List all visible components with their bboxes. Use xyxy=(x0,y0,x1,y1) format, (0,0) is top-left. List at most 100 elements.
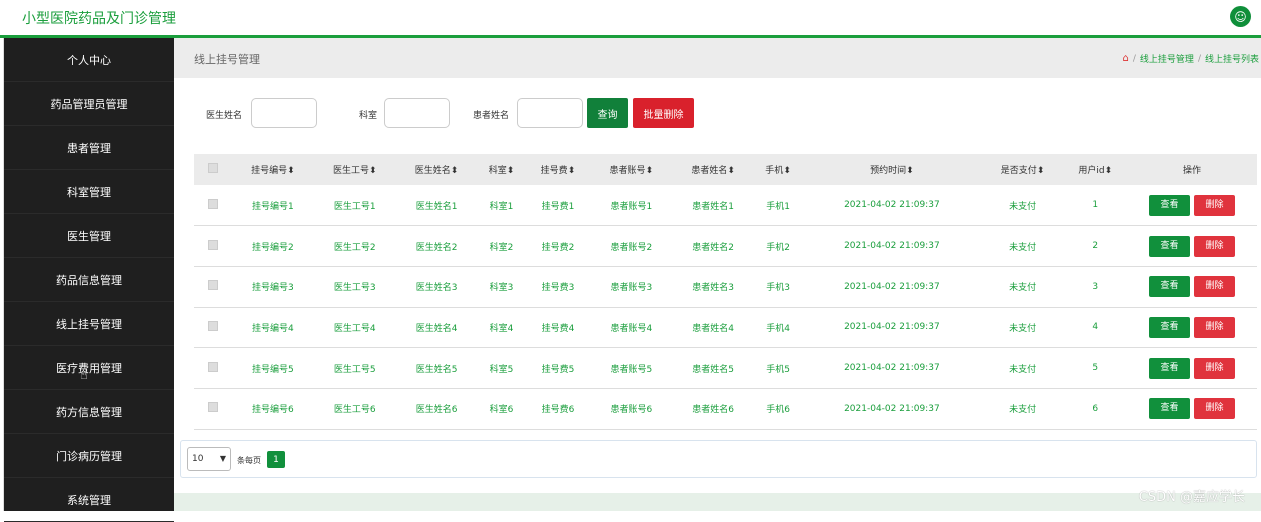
cell: 2021-04-02 21:09:37 xyxy=(802,307,982,348)
row-checkbox[interactable] xyxy=(208,321,218,331)
sidebar-item-label: 药方信息管理 xyxy=(56,404,122,420)
sort-icon[interactable]: ⬍ xyxy=(568,166,576,176)
cell: 患者账号1 xyxy=(590,185,672,226)
sidebar-item-patients[interactable]: 患者管理 xyxy=(4,126,174,170)
col-header[interactable]: 手机⬍ xyxy=(754,154,802,185)
query-button[interactable]: 查询 xyxy=(587,98,628,128)
cell: 挂号费2 xyxy=(526,226,591,267)
sidebar-item-drug-info[interactable]: 药品信息管理 xyxy=(4,258,174,302)
row-checkbox[interactable] xyxy=(208,280,218,290)
batch-delete-button[interactable]: 批量删除 xyxy=(633,98,694,128)
sort-icon[interactable]: ⬍ xyxy=(727,166,735,176)
col-header[interactable]: 用户id⬍ xyxy=(1064,154,1128,185)
cell: 患者姓名2 xyxy=(672,226,754,267)
col-header[interactable]: 预约时间⬍ xyxy=(802,154,982,185)
sidebar-item-online-registration[interactable]: 线上挂号管理 xyxy=(4,302,174,346)
delete-button[interactable]: 删除 xyxy=(1194,398,1235,419)
col-header[interactable]: 挂号编号⬍ xyxy=(232,154,314,185)
view-button[interactable]: 查看 xyxy=(1149,398,1190,419)
table-row: 挂号编号5 医生工号5 医生姓名5 科室5 挂号费5 患者账号5 患者姓名5 手… xyxy=(194,348,1257,389)
delete-button[interactable]: 删除 xyxy=(1194,236,1235,257)
sidebar-item-label: 药品信息管理 xyxy=(56,272,122,288)
sidebar-item-system[interactable]: 系统管理 xyxy=(4,478,174,522)
table-row: 挂号编号3 医生工号3 医生姓名3 科室3 挂号费3 患者账号3 患者姓名3 手… xyxy=(194,266,1257,307)
sort-icon[interactable]: ⬍ xyxy=(369,166,377,176)
home-icon[interactable]: ⌂ xyxy=(1123,53,1129,64)
cell: 患者姓名3 xyxy=(672,266,754,307)
cell: 挂号编号5 xyxy=(232,348,314,389)
page-size-select[interactable]: 10▼ xyxy=(187,447,231,471)
breadcrumb-link[interactable]: 线上挂号管理 xyxy=(1140,52,1194,65)
cell: 挂号费5 xyxy=(526,348,591,389)
sort-icon[interactable]: ⬍ xyxy=(287,166,295,176)
footer-strip xyxy=(174,493,1261,511)
row-checkbox[interactable] xyxy=(208,362,218,372)
sidebar-item-outpatient-records[interactable]: 门诊病历管理 xyxy=(4,434,174,478)
cell: 患者姓名1 xyxy=(672,185,754,226)
col-header[interactable]: 是否支付⬍ xyxy=(982,154,1064,185)
cell: 医生工号4 xyxy=(314,307,396,348)
sort-icon[interactable]: ⬍ xyxy=(906,166,914,176)
sidebar-item-personal-center[interactable]: 个人中心 xyxy=(4,38,174,82)
main-content: 线上挂号管理 ⌂ / 线上挂号管理 / 线上挂号列表 医生姓名 科室 患者姓名 … xyxy=(174,38,1261,511)
cell: 未支付 xyxy=(982,348,1064,389)
delete-button[interactable]: 删除 xyxy=(1194,195,1235,216)
col-header[interactable]: 医生工号⬍ xyxy=(314,154,396,185)
row-checkbox[interactable] xyxy=(208,402,218,412)
view-button[interactable]: 查看 xyxy=(1149,358,1190,379)
cell: 未支付 xyxy=(982,266,1064,307)
col-header[interactable]: 患者账号⬍ xyxy=(590,154,672,185)
sidebar-item-drug-admin[interactable]: 药品管理员管理 xyxy=(4,82,174,126)
cell: 手机1 xyxy=(754,185,802,226)
page-button-current[interactable]: 1 xyxy=(267,451,285,468)
sidebar-item-label: 医疗费用管理 xyxy=(56,360,122,376)
delete-button[interactable]: 删除 xyxy=(1194,276,1235,297)
view-button[interactable]: 查看 xyxy=(1149,276,1190,297)
sort-icon[interactable]: ⬍ xyxy=(1037,166,1045,176)
cell: 手机3 xyxy=(754,266,802,307)
breadcrumb-separator: / xyxy=(1133,54,1136,64)
watermark: CSDN @嘉应学长 xyxy=(1139,486,1245,505)
top-bar: 小型医院药品及门诊管理 ☺ xyxy=(0,0,1261,38)
sort-icon[interactable]: ⬍ xyxy=(783,166,791,176)
sidebar-item-prescriptions[interactable]: 药方信息管理 xyxy=(4,390,174,434)
cell: 患者账号3 xyxy=(590,266,672,307)
cell: 手机5 xyxy=(754,348,802,389)
row-checkbox[interactable] xyxy=(208,199,218,209)
cell: 医生工号6 xyxy=(314,388,396,429)
doctor-name-label: 医生姓名 xyxy=(206,108,242,121)
sort-icon[interactable]: ⬍ xyxy=(507,166,515,176)
sort-icon[interactable]: ⬍ xyxy=(451,166,459,176)
app-title: 小型医院药品及门诊管理 xyxy=(22,8,176,28)
sidebar-item-label: 门诊病历管理 xyxy=(56,448,122,464)
cell: 手机4 xyxy=(754,307,802,348)
sidebar-item-doctors[interactable]: 医生管理 xyxy=(4,214,174,258)
doctor-name-input[interactable] xyxy=(251,98,317,128)
patient-name-input[interactable] xyxy=(517,98,583,128)
patient-name-label: 患者姓名 xyxy=(473,108,509,121)
sort-icon[interactable]: ⬍ xyxy=(1105,166,1113,176)
select-all-checkbox[interactable] xyxy=(208,163,218,173)
table-row: 挂号编号6 医生工号6 医生姓名6 科室6 挂号费6 患者账号6 患者姓名6 手… xyxy=(194,388,1257,429)
view-button[interactable]: 查看 xyxy=(1149,195,1190,216)
col-header[interactable]: 科室⬍ xyxy=(477,154,525,185)
view-button[interactable]: 查看 xyxy=(1149,236,1190,257)
cell: 医生姓名2 xyxy=(396,226,478,267)
user-avatar-icon[interactable]: ☺ xyxy=(1230,6,1251,27)
department-input[interactable] xyxy=(384,98,450,128)
cell: 科室2 xyxy=(477,226,525,267)
col-header[interactable]: 患者姓名⬍ xyxy=(672,154,754,185)
sidebar-item-medical-fees[interactable]: 医疗费用管理 xyxy=(4,346,174,390)
delete-button[interactable]: 删除 xyxy=(1194,358,1235,379)
row-checkbox[interactable] xyxy=(208,240,218,250)
cell: 患者账号2 xyxy=(590,226,672,267)
sidebar-item-departments[interactable]: 科室管理 xyxy=(4,170,174,214)
cell: 挂号编号2 xyxy=(232,226,314,267)
col-header[interactable]: 挂号费⬍ xyxy=(526,154,591,185)
cell: 医生工号1 xyxy=(314,185,396,226)
delete-button[interactable]: 删除 xyxy=(1194,317,1235,338)
sort-icon[interactable]: ⬍ xyxy=(646,166,654,176)
col-header[interactable]: 医生姓名⬍ xyxy=(396,154,478,185)
view-button[interactable]: 查看 xyxy=(1149,317,1190,338)
cell: 医生姓名3 xyxy=(396,266,478,307)
